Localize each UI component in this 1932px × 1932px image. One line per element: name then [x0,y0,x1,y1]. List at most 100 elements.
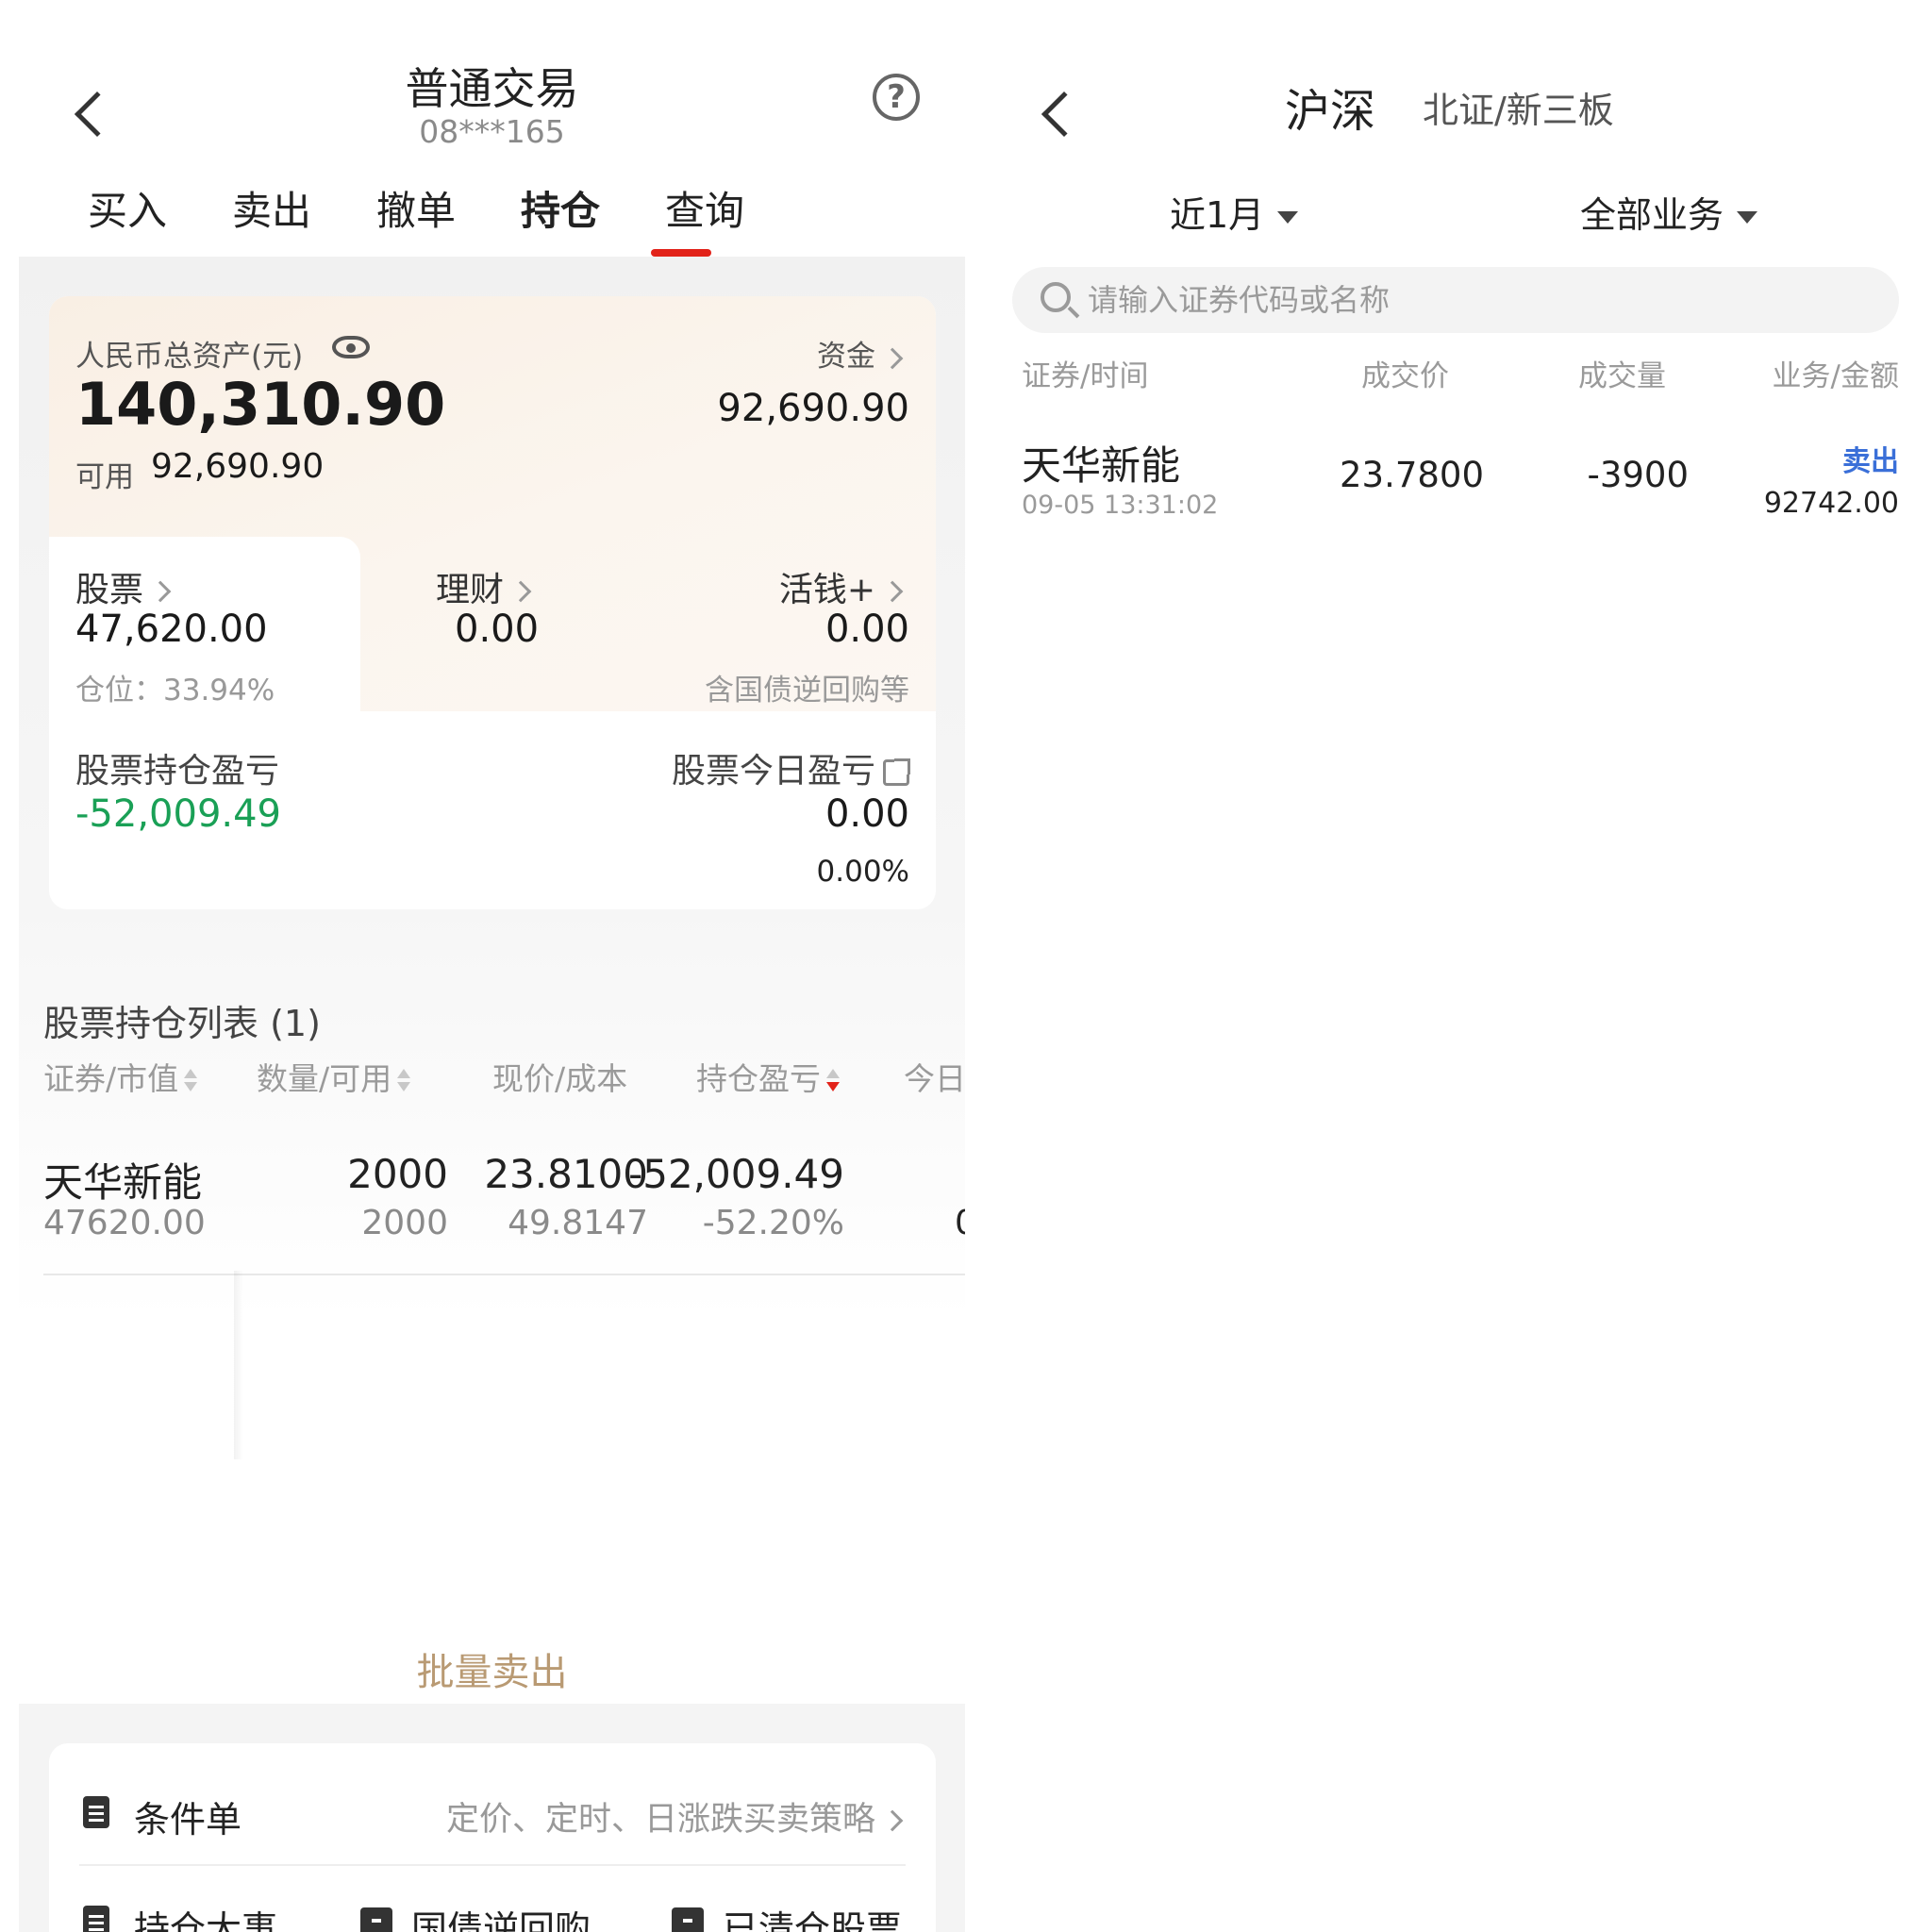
chevron-right-icon [881,347,904,369]
today-pl-link[interactable]: 股票今日盈亏 [671,743,910,792]
available-label: 可用 [75,460,134,494]
positions-list-title: 股票持仓列表 (1) [43,1003,321,1044]
sort-pl-header[interactable]: 持仓盈亏 [696,1054,840,1099]
positions-body: 人民币总资产(元) 资金 140,310.90 92,690.90 可用 92,… [19,257,965,1459]
tab-cancel[interactable]: 撤单 [341,179,491,237]
funds-value: 92,690.90 [717,387,909,430]
business-type: 卖出 [1842,445,1899,478]
column-header: 持仓盈亏 [696,1060,821,1097]
trade-history-panel: 沪深 北证/新三板 近1月 全部业务 证券/时间 成交价 成交量 业务/金额 天… [986,38,1932,1932]
holding-pl-percent: -52.20% [702,1204,844,1242]
funds-label: 资金 [817,340,875,374]
quantity: 2000 [347,1151,448,1197]
column-header: 证券/市值 [43,1060,179,1097]
sort-security-header[interactable]: 证券/市值 [43,1054,198,1099]
bottom-tools-area: 条件单 定价、定时、日涨跌买卖策略 持仓大事 国债逆回购 已清仓股票 [19,1704,965,1932]
period-dropdown[interactable]: 近1月 [1170,186,1299,238]
security-time-header: 证券/时间 [1022,359,1149,393]
available-quantity: 2000 [361,1204,448,1242]
deal-time: 09-05 13:31:02 [1022,491,1219,520]
period-value: 近1月 [1170,194,1265,236]
ticket-icon [360,1907,392,1932]
batch-sell-button[interactable]: 批量卖出 [19,1641,965,1696]
deal-volume-header: 成交量 [1578,359,1666,393]
sticky-column-shadow [234,1271,243,1459]
sort-desc-icon [826,1068,840,1093]
conditional-order-desc: 定价、定时、日涨跌买卖策略 [445,1792,904,1840]
tab-sell[interactable]: 卖出 [196,179,347,237]
sort-quantity-header[interactable]: 数量/可用 [257,1054,411,1099]
document-icon [83,1796,109,1828]
tab-query[interactable]: 查询 [629,179,780,237]
tab-buy[interactable]: 买入 [52,179,203,237]
today-pl-label: 股票今日盈亏 [671,752,875,791]
search-input[interactable] [1088,267,1880,333]
conditional-order-label: 条件单 [134,1799,242,1840]
trading-panel: 普通交易 08***165 ? 买入 卖出 撤单 持仓 查询 人民币总资产(元)… [19,38,965,1932]
page-title: 普通交易 [405,63,579,114]
current-price: 23.8100 [484,1151,648,1197]
search-bar [1012,267,1899,333]
table-row[interactable]: 天华新能 47620.00 2000 2000 23.8100 49.8147 … [43,1134,965,1275]
table-row[interactable]: 天华新能 09-05 13:31:02 23.7800 -3900 卖出 927… [1022,434,1899,528]
asset-summary-card: 人民币总资产(元) 资金 140,310.90 92,690.90 可用 92,… [49,296,936,909]
cash-plus-value: 0.00 [824,608,909,651]
business-value: 全部业务 [1580,194,1724,236]
price-cost-header: 现价/成本 [492,1060,628,1097]
deal-amount: 92742.00 [1763,487,1899,520]
search-icon [1041,282,1071,312]
stock-value: 47,620.00 [75,608,268,651]
top-bar: 普通交易 08***165 ? 买入 卖出 撤单 持仓 查询 [19,38,965,257]
holding-pl-label: 股票持仓盈亏 [75,752,280,791]
cost-price: 49.8147 [508,1204,648,1242]
business-amount-header: 业务/金额 [1772,359,1899,393]
tab-beijing-neeq[interactable]: 北证/新三板 [1423,81,1614,133]
deal-price: 23.7800 [1339,455,1484,495]
help-icon[interactable]: ? [873,74,920,121]
tools-card: 条件单 定价、定时、日涨跌买卖策略 持仓大事 国债逆回购 已清仓股票 [49,1743,936,1932]
deal-volume: -3900 [1587,455,1689,495]
today-pl: 0 [955,1204,965,1242]
stock-name: 天华新能 [43,1159,203,1206]
cash-plus-link[interactable]: 活钱+ [778,562,904,611]
available-value: 92,690.90 [151,447,325,486]
active-tab-indicator [651,249,711,257]
chevron-right-icon [509,580,532,603]
market-value: 47620.00 [43,1204,206,1242]
stock-name: 天华新能 [1022,442,1181,489]
back-icon[interactable] [1041,91,1088,138]
caret-down-icon [1737,211,1758,224]
positions-table-header: 证券/市值 数量/可用 现价/成本 持仓盈亏 今日盈 [43,1054,965,1110]
funds-link[interactable]: 资金 [817,332,904,375]
wealth-value: 0.00 [455,608,540,651]
events-icon [83,1906,109,1932]
holding-events-label: 持仓大事 [134,1908,278,1932]
eye-icon[interactable] [332,336,370,358]
conditional-desc-text: 定价、定时、日涨跌买卖策略 [445,1801,875,1839]
tab-shanghai-shenzhen[interactable]: 沪深 [1285,74,1375,140]
divider [79,1864,906,1866]
today-pl-percent: 0.00% [816,855,909,889]
reverse-repo-label: 国债逆回购 [411,1908,591,1932]
stock-label: 股票 [75,571,144,609]
chevron-right-icon [881,1809,904,1832]
today-pl-value: 0.00 [824,792,909,836]
cash-plus-label: 活钱+ [778,571,875,609]
trade-tabs: 买入 卖出 撤单 持仓 查询 [19,179,965,257]
sort-icon [397,1068,411,1093]
external-link-icon [883,758,910,786]
holding-pl: -52,009.49 [628,1151,844,1197]
deal-price-header: 成交价 [1361,359,1449,393]
position-ratio: 仓位：33.94% [75,674,275,708]
business-dropdown[interactable]: 全部业务 [1580,186,1758,238]
tab-positions[interactable]: 持仓 [485,179,636,237]
account-number: 08***165 [419,113,565,150]
total-assets-label: 人民币总资产(元) [75,340,304,374]
sort-icon [184,1068,198,1093]
caret-down-icon [1277,211,1299,224]
chevron-right-icon [149,580,172,603]
box-icon [672,1907,704,1932]
chevron-right-icon [881,580,904,603]
wealth-link[interactable]: 理财 [436,562,532,611]
stock-link[interactable]: 股票 [75,562,172,611]
